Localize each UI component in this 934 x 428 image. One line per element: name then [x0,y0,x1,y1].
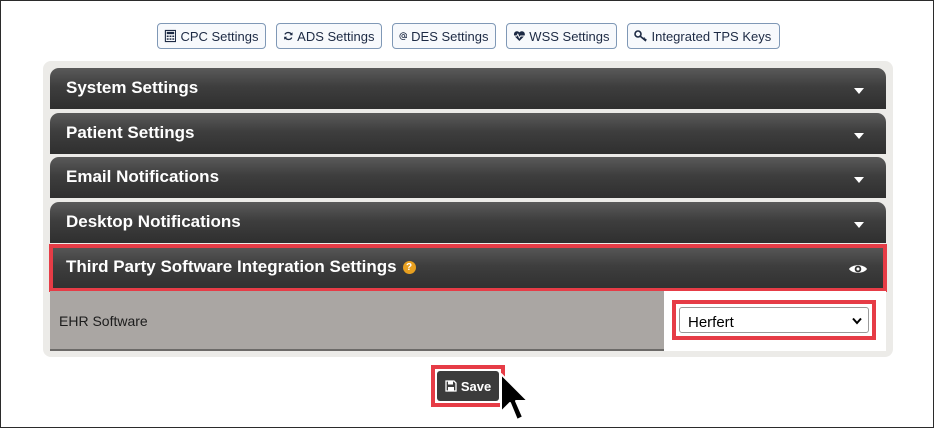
chevron-down-icon [852,317,862,325]
chevron-down-icon [854,222,864,228]
save-highlight: Save [431,365,505,407]
des-settings-label: DES Settings [411,28,489,44]
ehr-software-highlight: Herfert [672,300,876,340]
accordion-label: Desktop Notifications [66,212,241,231]
wss-settings-label: WSS Settings [529,28,610,44]
help-icon[interactable]: ? [402,261,416,274]
accordion-third-party-software-integration[interactable]: Third Party Software Integration Setting… [49,244,887,292]
accordion-patient-settings[interactable]: Patient Settings [50,113,886,154]
settings-panel: System Settings Patient Settings Email N… [43,61,893,357]
calculator-icon [164,29,176,43]
accordion-email-notifications[interactable]: Email Notifications [50,157,886,198]
ads-settings-label: ADS Settings [297,28,375,44]
ehr-software-select[interactable]: Herfert [679,307,869,333]
mouse-pointer-icon [500,373,529,421]
cpc-settings-label: CPC Settings [180,28,259,44]
save-button[interactable]: Save [437,371,499,401]
wss-settings-button[interactable]: WSS Settings [505,23,617,49]
chevron-down-icon [854,133,864,139]
ehr-software-selected-value: Herfert [688,314,734,331]
accordion-system-settings[interactable]: System Settings [50,68,886,109]
accordion-desktop-notifications[interactable]: Desktop Notifications [50,202,886,243]
ads-settings-button[interactable]: ADS Settings [275,23,382,49]
accordion-label: Third Party Software Integration Setting… [66,257,416,277]
integrated-tps-keys-button[interactable]: Integrated TPS Keys [626,23,780,49]
settings-toolbar: CPC Settings ADS Settings DES Settings W… [1,23,934,49]
accordion-label: System Settings [66,78,199,97]
accordion-label: Email Notifications [66,167,220,186]
integrated-tps-keys-label: Integrated TPS Keys [651,28,772,44]
cpc-settings-button[interactable]: CPC Settings [156,23,266,49]
des-settings-button[interactable]: DES Settings [391,23,496,49]
ehr-software-label: EHR Software [59,313,148,329]
ehr-software-row: EHR Software Herfert [50,291,886,351]
save-label: Save [460,378,492,394]
chevron-down-icon [854,88,864,94]
at-icon [398,32,407,41]
refresh-icon [283,31,293,41]
eye-icon[interactable] [848,262,868,276]
window-frame: CPC Settings ADS Settings DES Settings W… [0,0,934,428]
heartbeat-icon [513,31,525,42]
ehr-software-label-cell: EHR Software [50,291,664,351]
chevron-down-icon [854,177,864,183]
key-icon [633,30,647,42]
accordion-label: Patient Settings [66,123,195,142]
floppy-disk-icon [445,380,457,392]
